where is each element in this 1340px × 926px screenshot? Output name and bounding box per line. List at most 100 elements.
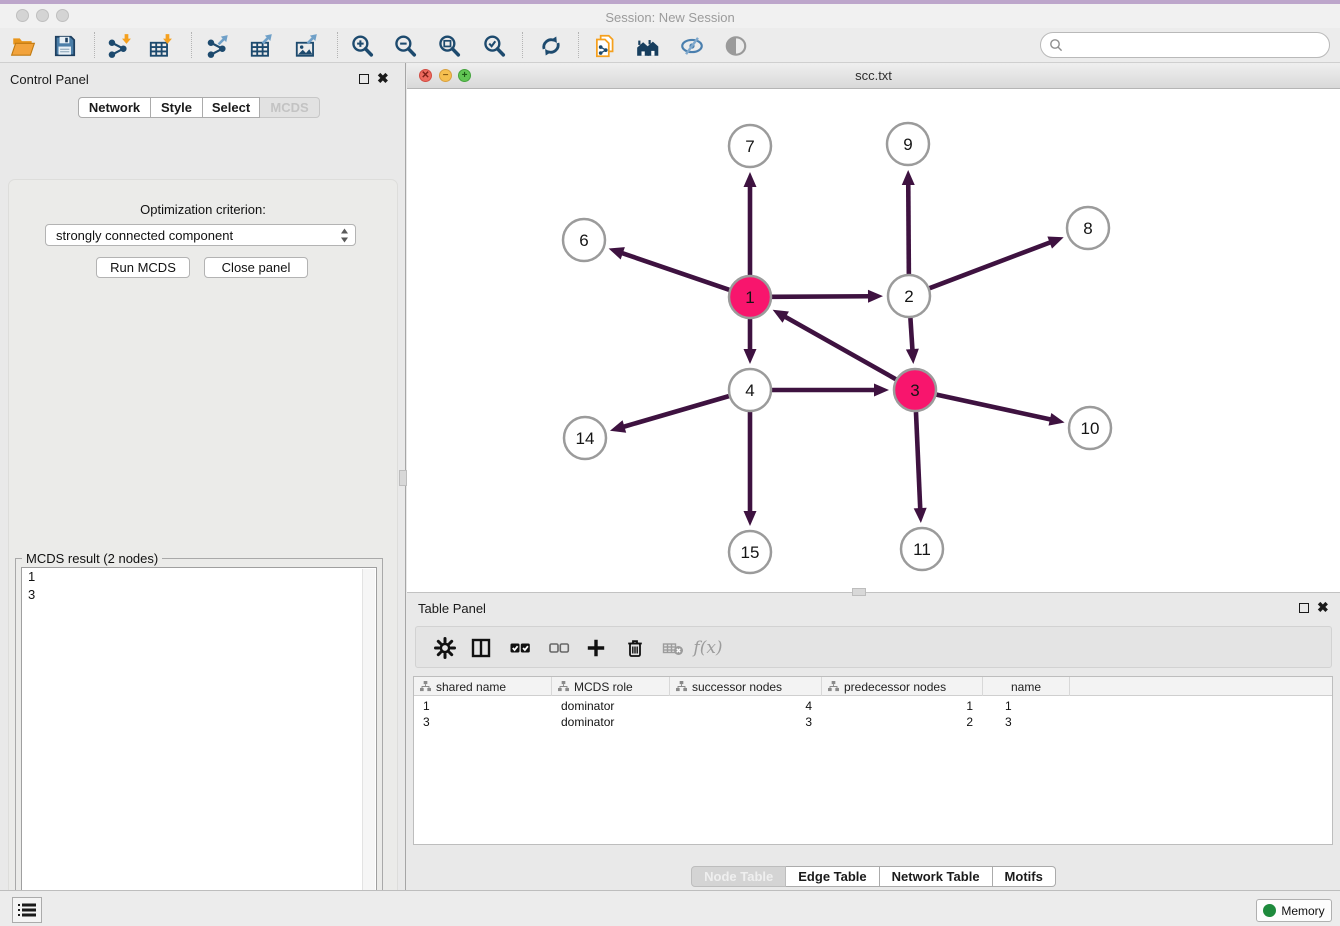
mcds-result-node: 3 <box>22 586 376 604</box>
close-panel-icon[interactable]: ✖ <box>377 73 389 83</box>
add-column-icon[interactable] <box>580 634 612 662</box>
export-network-icon[interactable] <box>201 31 235 60</box>
toolbar-separator <box>522 32 523 58</box>
tab-node-table[interactable]: Node Table <box>691 866 786 887</box>
cell-successor-nodes[interactable]: 4 <box>670 698 822 714</box>
column-label: name <box>1011 680 1041 694</box>
tab-network-table[interactable]: Network Table <box>880 866 993 887</box>
edge-2-9[interactable] <box>908 183 909 274</box>
cell-successor-nodes[interactable]: 3 <box>670 714 822 730</box>
node-label-9: 9 <box>903 135 912 154</box>
settings-gear-icon[interactable] <box>429 634 461 662</box>
refresh-layout-icon[interactable] <box>534 31 568 60</box>
select-all-columns-icon[interactable] <box>504 634 536 662</box>
edge-2-8[interactable] <box>930 242 1052 288</box>
tab-mcds[interactable]: MCDS <box>260 97 320 118</box>
show-all-icon <box>719 31 753 60</box>
save-session-icon[interactable] <box>48 31 82 60</box>
arrowhead-3-11 <box>914 508 927 523</box>
mcds-result-group: MCDS result (2 nodes) 13 <box>15 558 383 926</box>
deselect-all-columns-icon[interactable] <box>543 634 575 662</box>
hierarchy-icon <box>676 681 687 692</box>
cell-name[interactable]: 3 <box>983 714 1070 730</box>
zoom-selected-icon[interactable] <box>477 31 511 60</box>
control-panel-title: Control Panel <box>10 72 89 87</box>
task-history-button[interactable] <box>12 897 42 923</box>
arrowhead-4-15 <box>744 511 757 526</box>
cell-mcds-role[interactable]: dominator <box>552 714 670 730</box>
cell-shared-name[interactable]: 3 <box>414 714 552 730</box>
memory-button[interactable]: Memory <box>1256 899 1332 922</box>
table-row[interactable]: 1dominator411 <box>414 698 1332 714</box>
column-header-name[interactable]: name <box>983 677 1070 696</box>
horizontal-splitter-handle[interactable] <box>852 588 866 596</box>
node-label-2: 2 <box>904 287 913 306</box>
clone-network-icon[interactable] <box>588 31 622 60</box>
node-label-14: 14 <box>576 429 595 448</box>
node-table[interactable]: shared nameMCDS role successor nodes prede… <box>413 676 1333 845</box>
vertical-splitter-handle[interactable] <box>399 470 407 486</box>
hide-selected-icon[interactable] <box>675 31 709 60</box>
close-table-panel-icon[interactable]: ✖ <box>1317 602 1329 612</box>
open-folder-icon[interactable] <box>6 31 40 60</box>
tab-style[interactable]: Style <box>151 97 203 118</box>
toggle-columns-icon[interactable] <box>465 634 497 662</box>
edge-1-2[interactable] <box>772 296 870 297</box>
cell-shared-name[interactable]: 1 <box>414 698 552 714</box>
search-input[interactable] <box>1063 35 1329 55</box>
tab-motifs[interactable]: Motifs <box>993 866 1056 887</box>
optimization-criterion-dropdown[interactable]: strongly connected component <box>45 224 356 246</box>
table-row[interactable]: 3dominator323 <box>414 714 1332 730</box>
import-network-icon[interactable] <box>102 31 136 60</box>
node-label-1: 1 <box>745 288 754 307</box>
export-image-icon[interactable] <box>289 31 323 60</box>
zoom-fit-icon[interactable] <box>432 31 466 60</box>
tab-select[interactable]: Select <box>203 97 260 118</box>
run-mcds-button[interactable]: Run MCDS <box>96 257 190 278</box>
search-field[interactable] <box>1040 32 1330 58</box>
network-view-title: scc.txt <box>407 68 1340 83</box>
network-canvas[interactable]: 7968124314101511 <box>407 89 1340 592</box>
float-table-panel-icon[interactable] <box>1299 603 1309 613</box>
table-header-row: shared nameMCDS role successor nodes prede… <box>414 677 1332 696</box>
column-label: successor nodes <box>692 680 782 694</box>
first-neighbors-icon[interactable] <box>631 31 665 60</box>
dropdown-arrows-icon <box>340 228 349 243</box>
edge-1-6[interactable] <box>621 253 729 290</box>
edge-3-10[interactable] <box>936 395 1051 420</box>
close-panel-button[interactable]: Close panel <box>204 257 308 278</box>
table-panel-tabs: Node TableEdge TableNetwork TableMotifs <box>407 866 1340 887</box>
table-panel-title: Table Panel <box>418 601 486 616</box>
zoom-out-icon[interactable] <box>388 31 422 60</box>
arrowhead-2-8 <box>1047 236 1063 248</box>
cell-predecessor-nodes[interactable]: 1 <box>822 698 983 714</box>
cell-mcds-role[interactable]: dominator <box>552 698 670 714</box>
hierarchy-icon <box>420 681 431 692</box>
network-window-titlebar[interactable]: ✕ − + scc.txt <box>407 63 1340 89</box>
float-panel-icon[interactable] <box>359 74 369 84</box>
edge-3-11[interactable] <box>916 412 920 510</box>
column-header-shared-name[interactable]: shared name <box>414 677 552 696</box>
cell-predecessor-nodes[interactable]: 2 <box>822 714 983 730</box>
export-table-icon[interactable] <box>244 31 278 60</box>
zoom-in-icon[interactable] <box>345 31 379 60</box>
toolbar-separator <box>337 32 338 58</box>
result-scrollbar[interactable] <box>362 569 375 921</box>
edge-4-14[interactable] <box>622 396 728 427</box>
node-label-8: 8 <box>1083 219 1092 238</box>
column-header-predecessor-nodes[interactable]: predecessor nodes <box>822 677 983 696</box>
column-header-mcds-role[interactable]: MCDS role <box>552 677 670 696</box>
tab-edge-table[interactable]: Edge Table <box>786 866 879 887</box>
import-table-icon[interactable] <box>143 31 177 60</box>
tab-network[interactable]: Network <box>78 97 151 118</box>
column-header-successor-nodes[interactable]: successor nodes <box>670 677 822 696</box>
cell-name[interactable]: 1 <box>983 698 1070 714</box>
node-label-6: 6 <box>579 231 588 250</box>
delete-column-icon[interactable] <box>619 634 651 662</box>
control-panel: Control Panel ✖ NetworkStyleSelectMCDS O… <box>0 63 406 890</box>
window-title: Session: New Session <box>0 10 1340 25</box>
toolbar-separator <box>578 32 579 58</box>
mcds-result-textarea[interactable]: 13 <box>21 567 377 921</box>
edge-2-3[interactable] <box>910 318 912 351</box>
edge-3-1[interactable] <box>784 316 896 379</box>
